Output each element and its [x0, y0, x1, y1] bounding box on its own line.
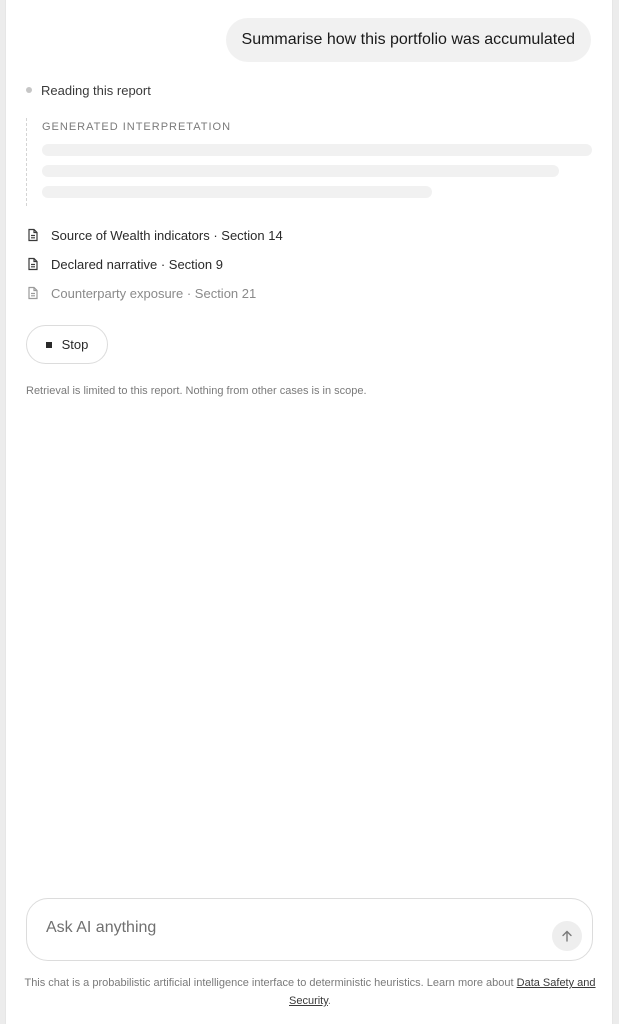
chat-panel: Summarise how this portfolio was accumul… — [5, 0, 613, 1024]
source-item-counterparty-exposure[interactable]: Counterparty exposure · Section 21 — [26, 284, 283, 302]
disclaimer-text: This chat is a probabilistic artificial … — [24, 977, 517, 989]
stop-button[interactable]: Stop — [26, 325, 108, 364]
scope-note: Retrieval is limited to this report. Not… — [26, 385, 367, 397]
document-icon — [28, 257, 38, 271]
status-dot-icon — [26, 87, 32, 93]
source-label: Declared narrative · Section 9 — [51, 256, 223, 272]
skeleton-line — [42, 186, 432, 198]
arrow-up-icon — [562, 930, 572, 942]
skeleton-line — [42, 165, 559, 177]
user-message-bubble: Summarise how this portfolio was accumul… — [225, 18, 591, 62]
chat-input[interactable] — [46, 919, 526, 937]
source-item-declared-narrative[interactable]: Declared narrative · Section 9 — [26, 255, 283, 273]
document-icon — [28, 286, 38, 300]
disclaimer: This chat is a probabilistic artificial … — [18, 974, 602, 1010]
status-indicator: Reading this report — [26, 82, 151, 98]
stop-icon — [45, 341, 52, 348]
disclaimer-suffix: . — [327, 995, 331, 1007]
source-label: Counterparty exposure · Section 21 — [51, 285, 257, 301]
generated-interpretation: GENERATED INTERPRETATION — [26, 118, 593, 206]
skeleton-line — [42, 144, 592, 156]
document-icon — [28, 228, 38, 242]
send-button[interactable] — [552, 921, 582, 951]
chat-composer — [26, 898, 593, 961]
stop-button-label: Stop — [61, 337, 89, 352]
source-list: Source of Wealth indicators · Section 14… — [26, 226, 283, 313]
source-item-wealth-indicators[interactable]: Source of Wealth indicators · Section 14 — [26, 226, 283, 244]
status-text: Reading this report — [41, 82, 151, 98]
interpretation-label: GENERATED INTERPRETATION — [42, 121, 232, 133]
source-label: Source of Wealth indicators · Section 14 — [51, 227, 283, 243]
